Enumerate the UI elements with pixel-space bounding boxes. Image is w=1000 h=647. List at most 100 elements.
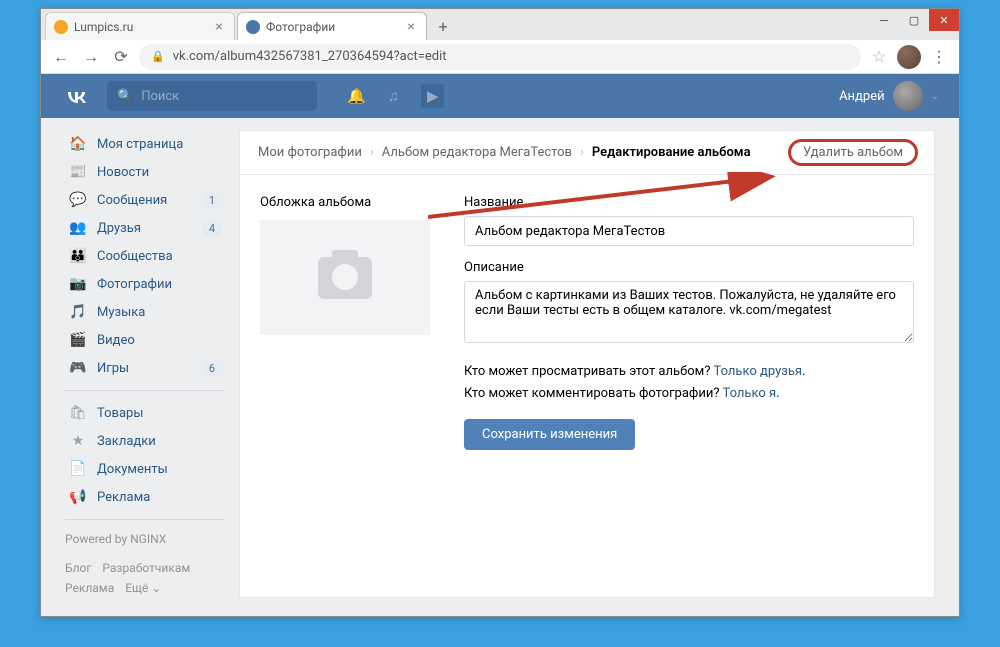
notifications-icon[interactable]: 🔔 (347, 87, 366, 105)
privacy-view-link[interactable]: Только друзья (713, 364, 802, 379)
name-label: Название (464, 195, 914, 210)
browser-tab[interactable]: Фотографии × (237, 12, 427, 40)
footer-devs[interactable]: Разработчикам (102, 561, 190, 575)
message-icon: 💬 (69, 192, 87, 208)
music-icon: 🎵 (69, 304, 87, 320)
username: Андрей (839, 89, 885, 104)
photo-icon: 📷 (69, 276, 87, 292)
sidebar-label: Сообщения (97, 193, 167, 208)
sidebar-item-photos[interactable]: 📷 Фотографии (65, 270, 225, 298)
sidebar-label: Реклама (97, 490, 150, 505)
groups-icon: 👪 (69, 248, 87, 264)
sidebar-label: Видео (97, 333, 135, 348)
sidebar-item-news[interactable]: 📰 Новости (65, 158, 225, 186)
minimize-button[interactable]: ─ (869, 9, 899, 31)
footer-more[interactable]: Ещё ⌄ (125, 581, 161, 595)
avatar (893, 81, 923, 111)
name-input[interactable] (464, 216, 914, 246)
footer-blog[interactable]: Блог (65, 561, 91, 575)
save-button[interactable]: Сохранить изменения (464, 419, 635, 450)
album-cover[interactable] (260, 220, 430, 335)
music-icon[interactable]: ♫ (388, 87, 399, 105)
close-icon[interactable]: × (212, 20, 226, 34)
favicon-icon (246, 20, 260, 34)
breadcrumb: Мои фотографии › Альбом редактора МегаТе… (240, 131, 934, 175)
sidebar-item-docs[interactable]: 📄 Документы (65, 455, 225, 483)
badge: 6 (203, 361, 221, 376)
profile-avatar[interactable] (897, 45, 921, 69)
tab-title: Фотографии (266, 20, 404, 34)
search-icon: 🔍 (117, 89, 133, 104)
lock-icon: 🔒 (151, 50, 165, 63)
sidebar-item-friends[interactable]: 👥 Друзья 4 (65, 214, 225, 242)
vk-header: 🔍 Поиск 🔔 ♫ ▶ Андрей ⌄ (41, 74, 959, 118)
star-icon: ★ (69, 433, 87, 449)
sidebar-label: Закладки (97, 434, 156, 449)
close-icon[interactable]: × (404, 20, 418, 34)
privacy-comment-link[interactable]: Только я (722, 386, 776, 401)
breadcrumb-photos[interactable]: Мои фотографии (258, 145, 362, 160)
footer-ads[interactable]: Реклама (65, 581, 114, 595)
play-icon[interactable]: ▶ (421, 84, 445, 108)
menu-button[interactable]: ⋮ (927, 45, 951, 69)
addressbar: ← → ⟳ 🔒 vk.com/album432567381_270364594?… (41, 40, 959, 74)
close-button[interactable]: ✕ (929, 9, 959, 31)
sidebar-item-messages[interactable]: 💬 Сообщения 1 (65, 186, 225, 214)
sidebar-label: Музыка (97, 305, 145, 320)
news-icon: 📰 (69, 164, 87, 180)
delete-album-button[interactable]: Удалить альбом (788, 139, 918, 166)
search-input[interactable]: 🔍 Поиск (107, 81, 317, 111)
sidebar-item-games[interactable]: 🎮Игры6 (65, 354, 225, 382)
new-tab-button[interactable]: + (429, 12, 457, 40)
badge: 4 (203, 221, 221, 236)
sidebar-label: Документы (97, 462, 168, 477)
sidebar-item-groups[interactable]: 👪 Сообщества (65, 242, 225, 270)
forward-button[interactable]: → (79, 45, 103, 69)
sidebar-item-ads[interactable]: 📢 Реклама (65, 483, 225, 511)
vk-logo[interactable] (65, 84, 95, 108)
user-menu[interactable]: Андрей ⌄ (839, 81, 959, 111)
ads-icon: 📢 (69, 489, 87, 505)
url-text: vk.com/album432567381_270364594?act=edit (173, 49, 447, 64)
sidebar-item-music[interactable]: 🎵 Музыка (65, 298, 225, 326)
sidebar-item-video[interactable]: 🎬 Видео (65, 326, 225, 354)
sidebar-label: Моя страница (97, 137, 183, 152)
chevron-down-icon: ⌄ (931, 91, 939, 102)
breadcrumb-album[interactable]: Альбом редактора МегаТестов (382, 145, 572, 160)
separator (65, 519, 225, 520)
camera-icon (318, 257, 372, 299)
games-icon: 🎮 (69, 360, 87, 376)
sidebar-label: Друзья (97, 221, 141, 236)
sidebar-item-bookmarks[interactable]: ★ Закладки (65, 427, 225, 455)
video-icon: 🎬 (69, 332, 87, 348)
friends-icon: 👥 (69, 220, 87, 236)
chevron-right-icon: › (370, 145, 374, 160)
separator (65, 390, 225, 391)
reload-button[interactable]: ⟳ (109, 45, 133, 69)
doc-icon: 📄 (69, 461, 87, 477)
sidebar-label: Новости (97, 165, 149, 180)
sidebar-item-market[interactable]: 🛍 Товары (65, 399, 225, 427)
sidebar-label: Сообщества (97, 249, 173, 264)
maximize-button[interactable]: ▢ (899, 9, 929, 31)
home-icon: 🏠 (69, 136, 87, 152)
breadcrumb-current: Редактирование альбома (592, 145, 751, 160)
url-field[interactable]: 🔒 vk.com/album432567381_270364594?act=ed… (139, 44, 861, 70)
desc-label: Описание (464, 260, 914, 275)
sidebar: 🏠 Моя страница 📰 Новости 💬 Сообщения 1 👥 Друз… (65, 130, 225, 598)
bag-icon: 🛍 (69, 405, 87, 421)
privacy-comment-question: Кто может комментировать фотографии? (464, 386, 722, 401)
sidebar-label: Фотографии (97, 277, 172, 292)
powered-by: Powered by NGINX (65, 532, 225, 546)
search-placeholder: Поиск (141, 89, 179, 104)
desc-textarea[interactable] (464, 281, 914, 343)
tab-title: Lumpics.ru (74, 20, 212, 34)
titlebar: Lumpics.ru × Фотографии × + ─ ▢ ✕ (41, 9, 959, 40)
sidebar-label: Товары (97, 406, 143, 421)
sidebar-item-mypage[interactable]: 🏠 Моя страница (65, 130, 225, 158)
back-button[interactable]: ← (49, 45, 73, 69)
badge: 1 (203, 193, 221, 208)
star-icon[interactable]: ☆ (867, 45, 891, 69)
browser-tab[interactable]: Lumpics.ru × (45, 12, 235, 40)
favicon-icon (54, 20, 68, 34)
